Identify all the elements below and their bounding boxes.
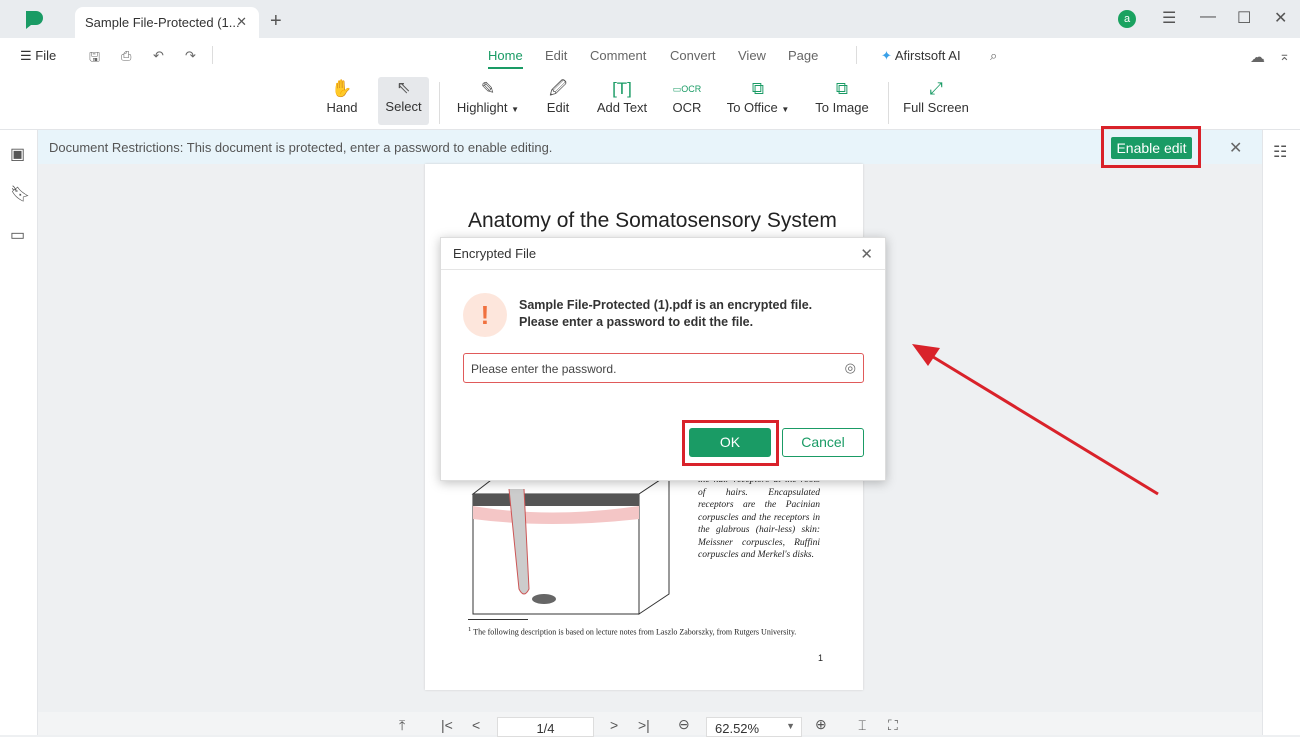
fit-page-icon[interactable]: ⛶ (888, 717, 898, 734)
first-page-icon[interactable]: |< (441, 717, 453, 733)
zoom-in-icon[interactable]: ⊕ (815, 716, 827, 733)
encrypted-file-dialog: Encrypted File ✕ ! Sample File-Protected… (440, 237, 886, 481)
dialog-title: Encrypted File (441, 238, 885, 270)
fit-width-icon[interactable]: ⌶ (858, 717, 866, 734)
warning-icon: ! (463, 293, 507, 337)
password-input[interactable]: Please enter the password. ◎ (463, 353, 864, 383)
dialog-message: Sample File-Protected (1).pdf is an encr… (519, 298, 813, 329)
chevron-down-icon: ▼ (786, 721, 795, 731)
cancel-button[interactable]: Cancel (782, 428, 864, 457)
dialog-close-icon[interactable]: ✕ (860, 245, 873, 263)
prev-page-icon[interactable]: < (472, 717, 480, 733)
zoom-out-icon[interactable]: ⊖ (678, 716, 690, 733)
hide-password-icon[interactable]: ◎ (845, 360, 856, 376)
page-input[interactable]: 1/4 (497, 717, 594, 737)
navigation-bar (38, 712, 1262, 735)
zoom-select[interactable]: 62.52% ▼ (706, 717, 802, 737)
scroll-top-icon[interactable]: ⤒ (399, 717, 405, 734)
last-page-icon[interactable]: >| (638, 717, 650, 733)
next-page-icon[interactable]: > (610, 717, 618, 733)
highlight-box (682, 420, 779, 466)
